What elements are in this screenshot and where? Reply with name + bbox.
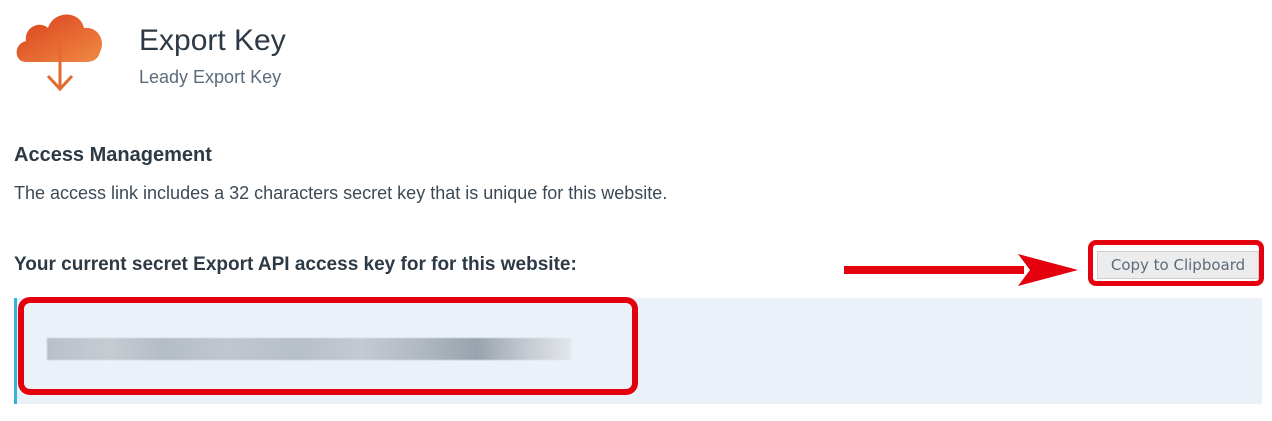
secret-key-label: Your current secret Export API access ke… [14, 254, 577, 275]
page-title: Export Key [139, 24, 286, 57]
secret-key-highlight [18, 297, 638, 395]
page-subtitle: Leady Export Key [139, 67, 282, 87]
cloud-download-icon [16, 14, 103, 92]
access-management-heading: Access Management [14, 144, 212, 166]
copy-to-clipboard-button[interactable]: Copy to Clipboard [1097, 251, 1259, 279]
arrow-right-icon [844, 254, 1078, 286]
access-management-description: The access link includes a 32 characters… [14, 183, 668, 203]
